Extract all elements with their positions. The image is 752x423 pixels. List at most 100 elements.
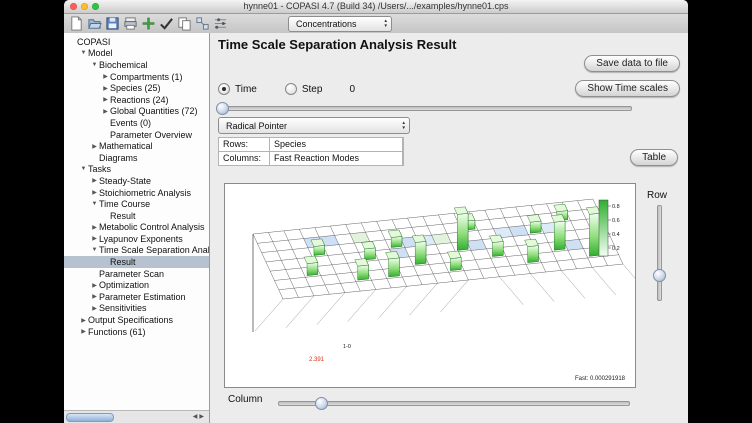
sidebar-item-parameter-scan[interactable]: Parameter Scan <box>64 268 209 280</box>
table-button[interactable]: Table <box>630 149 678 166</box>
svg-text:1-0: 1-0 <box>343 344 351 350</box>
svg-text:0.8: 0.8 <box>612 204 620 210</box>
expand-all-icon[interactable] <box>195 16 210 31</box>
sidebar-item-result[interactable]: Result <box>64 210 209 222</box>
sidebar-item-tasks[interactable]: ▼Tasks <box>64 164 209 176</box>
sidebar-item-output-specifications[interactable]: ▶Output Specifications <box>64 314 209 326</box>
sidebar-item-diagrams[interactable]: Diagrams <box>64 152 209 164</box>
sidebar-item-label: Parameter Estimation <box>99 292 186 302</box>
column-slider[interactable] <box>278 397 630 409</box>
sliders-icon[interactable] <box>213 16 228 31</box>
minimize-button[interactable] <box>81 3 88 10</box>
sidebar-item-result[interactable]: Result <box>64 256 209 268</box>
disclosure-right-icon[interactable]: ▶ <box>90 224 99 231</box>
sidebar-item-steady-state[interactable]: ▶Steady-State <box>64 175 209 187</box>
sidebar-item-copasi[interactable]: COPASI <box>64 36 209 48</box>
sidebar-item-label: Lyapunov Exponents <box>99 234 183 244</box>
disclosure-right-icon[interactable]: ▶ <box>101 108 110 115</box>
columns-value: Fast Reaction Modes <box>270 152 402 165</box>
disclosure-right-icon[interactable]: ▶ <box>90 143 99 150</box>
time-slider[interactable] <box>216 102 632 114</box>
svg-text:0.4: 0.4 <box>612 232 620 238</box>
row-slider-track[interactable] <box>657 205 662 301</box>
copy-icon[interactable] <box>177 16 192 31</box>
add-icon[interactable] <box>141 16 156 31</box>
sidebar-item-stoichiometric-analysis[interactable]: ▶Stoichiometric Analysis <box>64 187 209 199</box>
disclosure-down-icon[interactable]: ▼ <box>90 247 99 253</box>
time-slider-thumb[interactable] <box>216 102 229 115</box>
zoom-button[interactable] <box>92 3 99 10</box>
sidebar-item-parameter-overview[interactable]: Parameter Overview <box>64 129 209 141</box>
sidebar-item-metabolic-control-analysis[interactable]: ▶Metabolic Control Analysis <box>64 222 209 234</box>
sidebar-item-model[interactable]: ▼Model <box>64 48 209 60</box>
sidebar-item-time-course[interactable]: ▼Time Course <box>64 198 209 210</box>
rows-value: Species <box>270 138 402 151</box>
disclosure-right-icon[interactable]: ▶ <box>90 293 99 300</box>
disclosure-right-icon[interactable]: ▶ <box>79 317 88 324</box>
sidebar-scrollbar[interactable]: ◀▶ <box>64 410 209 423</box>
sidebar-item-time-scale-separation-anal[interactable]: ▼Time Scale Separation Anal <box>64 245 209 257</box>
sidebar-item-label: Species (25) <box>110 83 161 93</box>
sidebar-item-label: Events (0) <box>110 118 151 128</box>
sidebar-item-label: Tasks <box>88 164 111 174</box>
sidebar-item-species-25[interactable]: ▶Species (25) <box>64 82 209 94</box>
sidebar-item-lyapunov-exponents[interactable]: ▶Lyapunov Exponents <box>64 233 209 245</box>
sidebar-item-label: COPASI <box>77 37 110 47</box>
close-button[interactable] <box>70 3 77 10</box>
save-data-button[interactable]: Save data to file <box>584 55 680 72</box>
save-icon[interactable] <box>105 16 120 31</box>
sidebar-item-mathematical[interactable]: ▶Mathematical <box>64 140 209 152</box>
sidebar-item-optimization[interactable]: ▶Optimization <box>64 279 209 291</box>
row-slider[interactable] <box>653 205 665 301</box>
sidebar-item-label: Biochemical <box>99 60 148 70</box>
pointer-combo[interactable]: Radical Pointer ▲▼ <box>218 117 410 134</box>
sidebar-item-sensitivities[interactable]: ▶Sensitivities <box>64 303 209 315</box>
disclosure-down-icon[interactable]: ▼ <box>79 166 88 172</box>
show-time-scales-button[interactable]: Show Time scales <box>575 80 680 97</box>
sidebar-item-biochemical[interactable]: ▼Biochemical <box>64 59 209 71</box>
open-icon[interactable] <box>87 16 102 31</box>
sidebar-item-label: Time Course <box>99 199 150 209</box>
sidebar-item-label: Compartments (1) <box>110 72 183 82</box>
sidebar-item-parameter-estimation[interactable]: ▶Parameter Estimation <box>64 291 209 303</box>
disclosure-down-icon[interactable]: ▼ <box>90 201 99 207</box>
sidebar-item-label: Stoichiometric Analysis <box>99 188 191 198</box>
disclosure-right-icon[interactable]: ▶ <box>90 305 99 312</box>
columns-label: Columns: <box>219 152 269 165</box>
column-slider-track[interactable] <box>278 401 630 406</box>
disclosure-right-icon[interactable]: ▶ <box>90 282 99 289</box>
new-file-icon[interactable] <box>69 16 84 31</box>
disclosure-right-icon[interactable]: ▶ <box>101 73 110 80</box>
row-slider-thumb[interactable] <box>653 269 666 282</box>
page-title: Time Scale Separation Analysis Result <box>218 37 456 52</box>
sidebar-item-events-0[interactable]: Events (0) <box>64 117 209 129</box>
main-panel: Time Scale Separation Analysis Result Sa… <box>210 33 688 423</box>
disclosure-right-icon[interactable]: ▶ <box>90 235 99 242</box>
sidebar-item-label: Time Scale Separation Anal <box>99 245 210 255</box>
disclosure-right-icon[interactable]: ▶ <box>101 96 110 103</box>
sidebar-item-reactions-24[interactable]: ▶Reactions (24) <box>64 94 209 106</box>
disclosure-right-icon[interactable]: ▶ <box>90 177 99 184</box>
sidebar-item-global-quantities-72[interactable]: ▶Global Quantities (72) <box>64 106 209 118</box>
sidebar-item-label: Model <box>88 48 113 58</box>
step-radio[interactable] <box>285 83 297 95</box>
sidebar-item-label: Reactions (24) <box>110 95 169 105</box>
disclosure-down-icon[interactable]: ▼ <box>90 62 99 68</box>
apply-icon[interactable] <box>159 16 174 31</box>
disclosure-down-icon[interactable]: ▼ <box>79 50 88 56</box>
scrollbar-thumb[interactable] <box>66 413 114 422</box>
disclosure-right-icon[interactable]: ▶ <box>90 189 99 196</box>
sidebar-item-compartments-1[interactable]: ▶Compartments (1) <box>64 71 209 83</box>
scrollbar-arrows-icon[interactable]: ◀▶ <box>193 413 206 420</box>
time-slider-track[interactable] <box>216 106 632 111</box>
column-slider-thumb[interactable] <box>315 397 328 410</box>
svg-text:2.391: 2.391 <box>309 357 325 363</box>
concentrations-combo[interactable]: Concentrations ▲▼ <box>288 16 392 32</box>
time-radio[interactable] <box>218 83 230 95</box>
disclosure-right-icon[interactable]: ▶ <box>79 328 88 335</box>
copasi-window: hynne01 - COPASI 4.7 (Build 34) /Users/.… <box>64 0 688 423</box>
disclosure-right-icon[interactable]: ▶ <box>101 85 110 92</box>
print-icon[interactable] <box>123 16 138 31</box>
step-radio-label: Step <box>302 84 323 95</box>
sidebar-item-functions-61[interactable]: ▶Functions (61) <box>64 326 209 338</box>
